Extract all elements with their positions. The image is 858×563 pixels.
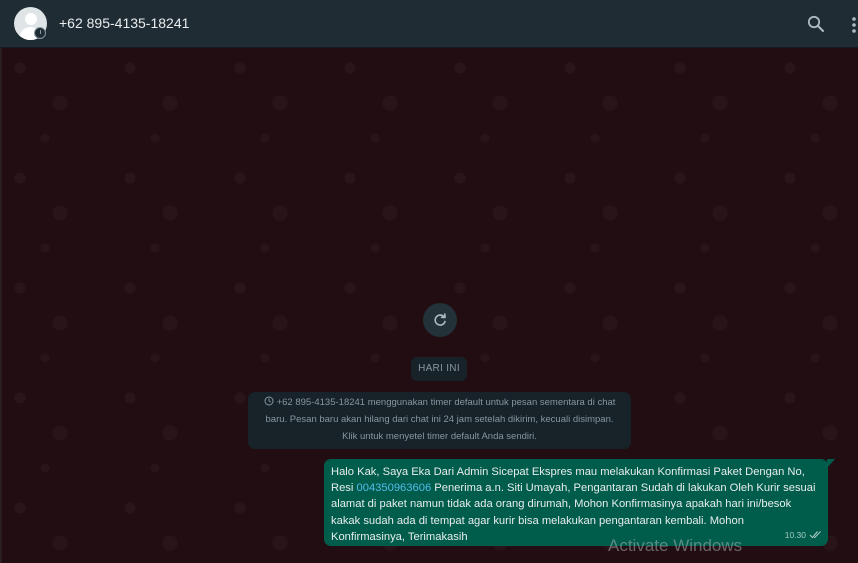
vertical-dots-icon[interactable] [850,16,858,34]
message-meta: 10.30 [785,527,822,543]
contact-name[interactable]: +62 895-4135-18241 [59,15,189,31]
outgoing-message-bubble[interactable]: Halo Kak, Saya Eka Dari Admin Sicepat Ek… [324,459,835,546]
double-check-icon [809,531,821,539]
timer-icon [264,396,274,406]
chat-header: +62 895-4135-18241 [0,0,858,48]
disappearing-timer-badge-icon [34,27,46,39]
tracking-number-link[interactable]: 004350963606 [357,482,432,494]
system-message-text: +62 895-4135-18241 menggunakan timer def… [265,397,616,442]
message-time: 10.30 [784,529,806,540]
disappearing-messages-notice[interactable]: +62 895-4135-18241 menggunakan timer def… [248,392,631,449]
avatar-head [25,13,37,25]
reload-button[interactable] [423,303,457,337]
search-icon[interactable] [807,15,825,33]
date-divider: HARI INI [411,357,467,381]
refresh-icon [434,313,446,326]
chat-area[interactable]: HARI INI +62 895-4135-18241 menggunakan … [0,48,858,563]
windows-activation-watermark: Activate Windows [608,536,743,555]
